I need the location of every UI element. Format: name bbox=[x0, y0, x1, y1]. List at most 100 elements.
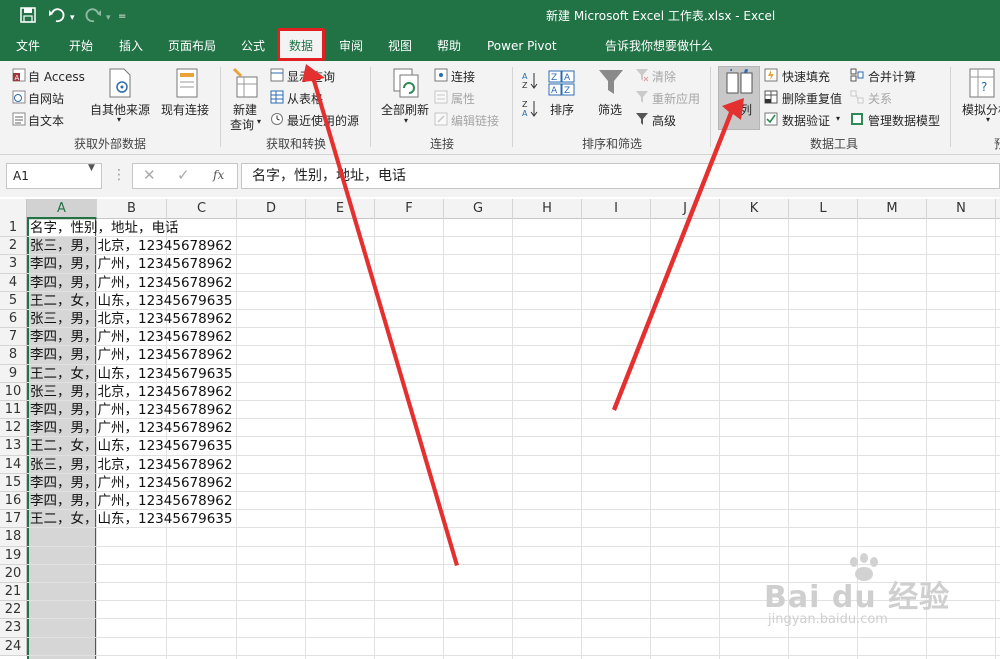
row-header-3[interactable]: 3 bbox=[0, 255, 27, 274]
cell-a14[interactable]: 张三，男，北京，12345678962 bbox=[30, 456, 232, 474]
remove-duplicates-button[interactable]: 删除重复值 bbox=[782, 90, 842, 107]
cell-a4[interactable]: 李四，男，广州，12345678962 bbox=[30, 274, 232, 292]
row-header-19[interactable]: 19 bbox=[0, 546, 27, 565]
row-header-4[interactable]: 4 bbox=[0, 273, 27, 292]
column-header-k[interactable]: K bbox=[720, 199, 789, 219]
tab-power-pivot[interactable]: Power Pivot bbox=[487, 31, 557, 61]
cell-a6[interactable]: 张三，男，北京，12345678962 bbox=[30, 310, 232, 328]
column-header-a[interactable]: A bbox=[27, 199, 97, 219]
what-if-analysis-button[interactable]: 模拟分析 bbox=[962, 101, 1000, 118]
existing-connections-button[interactable]: 现有连接 bbox=[161, 101, 209, 118]
column-header-n[interactable]: N bbox=[927, 199, 996, 219]
tab-page-layout[interactable]: 页面布局 bbox=[168, 31, 216, 61]
cell-a15[interactable]: 李四，男，广州，12345678962 bbox=[30, 474, 232, 492]
cell-a10[interactable]: 张三，男，北京，12345678962 bbox=[30, 383, 232, 401]
column-header-m[interactable]: M bbox=[858, 199, 927, 219]
undo-dropdown-icon[interactable]: ▾ bbox=[70, 10, 75, 26]
redo-icon[interactable] bbox=[84, 7, 102, 26]
row-header-15[interactable]: 15 bbox=[0, 473, 27, 492]
from-web-button[interactable]: 自网站 bbox=[28, 90, 64, 107]
column-header-g[interactable]: G bbox=[444, 199, 513, 219]
row-header-17[interactable]: 17 bbox=[0, 510, 27, 529]
cell-a5[interactable]: 王二，女，山东，12345679635 bbox=[30, 292, 232, 310]
from-access-button[interactable]: 自 Access bbox=[28, 68, 85, 85]
cell-a8[interactable]: 李四，男，广州，12345678962 bbox=[30, 346, 232, 364]
row-header-21[interactable]: 21 bbox=[0, 583, 27, 602]
new-query-label-2[interactable]: 查询 bbox=[230, 116, 254, 133]
advanced-button[interactable]: 高级 bbox=[652, 112, 676, 129]
undo-icon[interactable] bbox=[48, 7, 66, 26]
cell-a13[interactable]: 王二，女，山东，12345679635 bbox=[30, 437, 232, 455]
row-header-5[interactable]: 5 bbox=[0, 291, 27, 310]
row-header-12[interactable]: 12 bbox=[0, 419, 27, 438]
column-header-l[interactable]: L bbox=[789, 199, 858, 219]
cell-a12[interactable]: 李四，男，广州，12345678962 bbox=[30, 419, 232, 437]
tab-home[interactable]: 开始 bbox=[69, 31, 93, 61]
cell-a1[interactable]: 名字，性别，地址，电话 bbox=[30, 219, 179, 237]
cell-a17[interactable]: 王二，女，山东，12345679635 bbox=[30, 510, 232, 528]
row-header-11[interactable]: 11 bbox=[0, 401, 27, 420]
flash-fill-button[interactable]: 快速填充 bbox=[782, 68, 830, 85]
edit-links-button[interactable]: 编辑链接 bbox=[451, 112, 499, 129]
tab-view[interactable]: 视图 bbox=[388, 31, 412, 61]
column-header-e[interactable]: E bbox=[306, 199, 375, 219]
column-header-c[interactable]: C bbox=[167, 199, 237, 219]
tab-file[interactable]: 文件 bbox=[16, 31, 40, 61]
row-header-8[interactable]: 8 bbox=[0, 346, 27, 365]
cell-a3[interactable]: 李四，男，广州，12345678962 bbox=[30, 255, 232, 273]
row-header-9[interactable]: 9 bbox=[0, 364, 27, 383]
row-header-23[interactable]: 23 bbox=[0, 619, 27, 638]
redo-dropdown-icon[interactable]: ▾ bbox=[106, 10, 111, 26]
tab-formulas[interactable]: 公式 bbox=[241, 31, 265, 61]
row-header-10[interactable]: 10 bbox=[0, 382, 27, 401]
row-header-1[interactable]: 1 bbox=[0, 219, 27, 238]
tab-review[interactable]: 审阅 bbox=[339, 31, 363, 61]
sort-button[interactable]: 排序 bbox=[550, 101, 574, 118]
row-header-6[interactable]: 6 bbox=[0, 310, 27, 329]
column-header-h[interactable]: H bbox=[513, 199, 582, 219]
row-header-13[interactable]: 13 bbox=[0, 437, 27, 456]
column-header-i[interactable]: I bbox=[582, 199, 651, 219]
customize-quick-access-icon[interactable]: = bbox=[118, 9, 126, 25]
clear-button[interactable]: 清除 bbox=[652, 68, 676, 85]
manage-data-model-button[interactable]: 管理数据模型 bbox=[868, 112, 940, 129]
row-header-7[interactable]: 7 bbox=[0, 328, 27, 347]
chevron-down-icon[interactable]: ▼ bbox=[88, 163, 95, 173]
save-icon[interactable] bbox=[20, 7, 36, 26]
row-header-24[interactable]: 24 bbox=[0, 637, 27, 656]
row-header-20[interactable]: 20 bbox=[0, 564, 27, 583]
properties-button[interactable]: 属性 bbox=[451, 90, 475, 107]
row-header-18[interactable]: 18 bbox=[0, 528, 27, 547]
cell-a11[interactable]: 李四，男，广州，12345678962 bbox=[30, 401, 232, 419]
row-header-22[interactable]: 22 bbox=[0, 601, 27, 620]
row-header-2[interactable]: 2 bbox=[0, 237, 27, 256]
cell-a16[interactable]: 李四，男，广州，12345678962 bbox=[30, 492, 232, 510]
reapply-button[interactable]: 重新应用 bbox=[652, 90, 700, 107]
consolidate-button[interactable]: 合并计算 bbox=[868, 68, 916, 85]
sort-descending-icon[interactable]: ZA bbox=[522, 99, 538, 122]
enter-icon[interactable]: ✓ bbox=[177, 166, 190, 184]
select-all-corner[interactable] bbox=[0, 199, 27, 219]
column-header-f[interactable]: F bbox=[375, 199, 444, 219]
filter-button[interactable]: 筛选 bbox=[598, 101, 622, 118]
tab-insert[interactable]: 插入 bbox=[119, 31, 143, 61]
from-table-button[interactable]: 从表格 bbox=[287, 90, 323, 107]
formula-input[interactable]: 名字，性别，地址，电话 bbox=[241, 163, 1000, 189]
column-header-d[interactable]: D bbox=[237, 199, 306, 219]
text-to-columns-button[interactable]: 分列 bbox=[728, 101, 752, 118]
tell-me-search[interactable]: 告诉我你想要做什么 bbox=[605, 31, 713, 61]
cell-a2[interactable]: 张三，男，北京，12345678962 bbox=[30, 237, 232, 255]
data-validation-button[interactable]: 数据验证 bbox=[782, 112, 830, 129]
column-header-j[interactable]: J bbox=[651, 199, 720, 219]
insert-function-icon[interactable]: fx bbox=[213, 168, 224, 182]
sort-ascending-icon[interactable]: AZ bbox=[522, 71, 538, 94]
show-query-button[interactable]: 显示查询 bbox=[287, 68, 335, 85]
column-header-b[interactable]: B bbox=[97, 199, 167, 219]
from-text-button[interactable]: 自文本 bbox=[28, 112, 64, 129]
connections-button[interactable]: 连接 bbox=[451, 68, 475, 85]
tab-help[interactable]: 帮助 bbox=[437, 31, 461, 61]
row-header-14[interactable]: 14 bbox=[0, 455, 27, 474]
cell-a9[interactable]: 王二，女，山东，12345679635 bbox=[30, 365, 232, 383]
cell-a7[interactable]: 李四，男，广州，12345678962 bbox=[30, 328, 232, 346]
cancel-icon[interactable]: ✕ bbox=[143, 166, 156, 184]
